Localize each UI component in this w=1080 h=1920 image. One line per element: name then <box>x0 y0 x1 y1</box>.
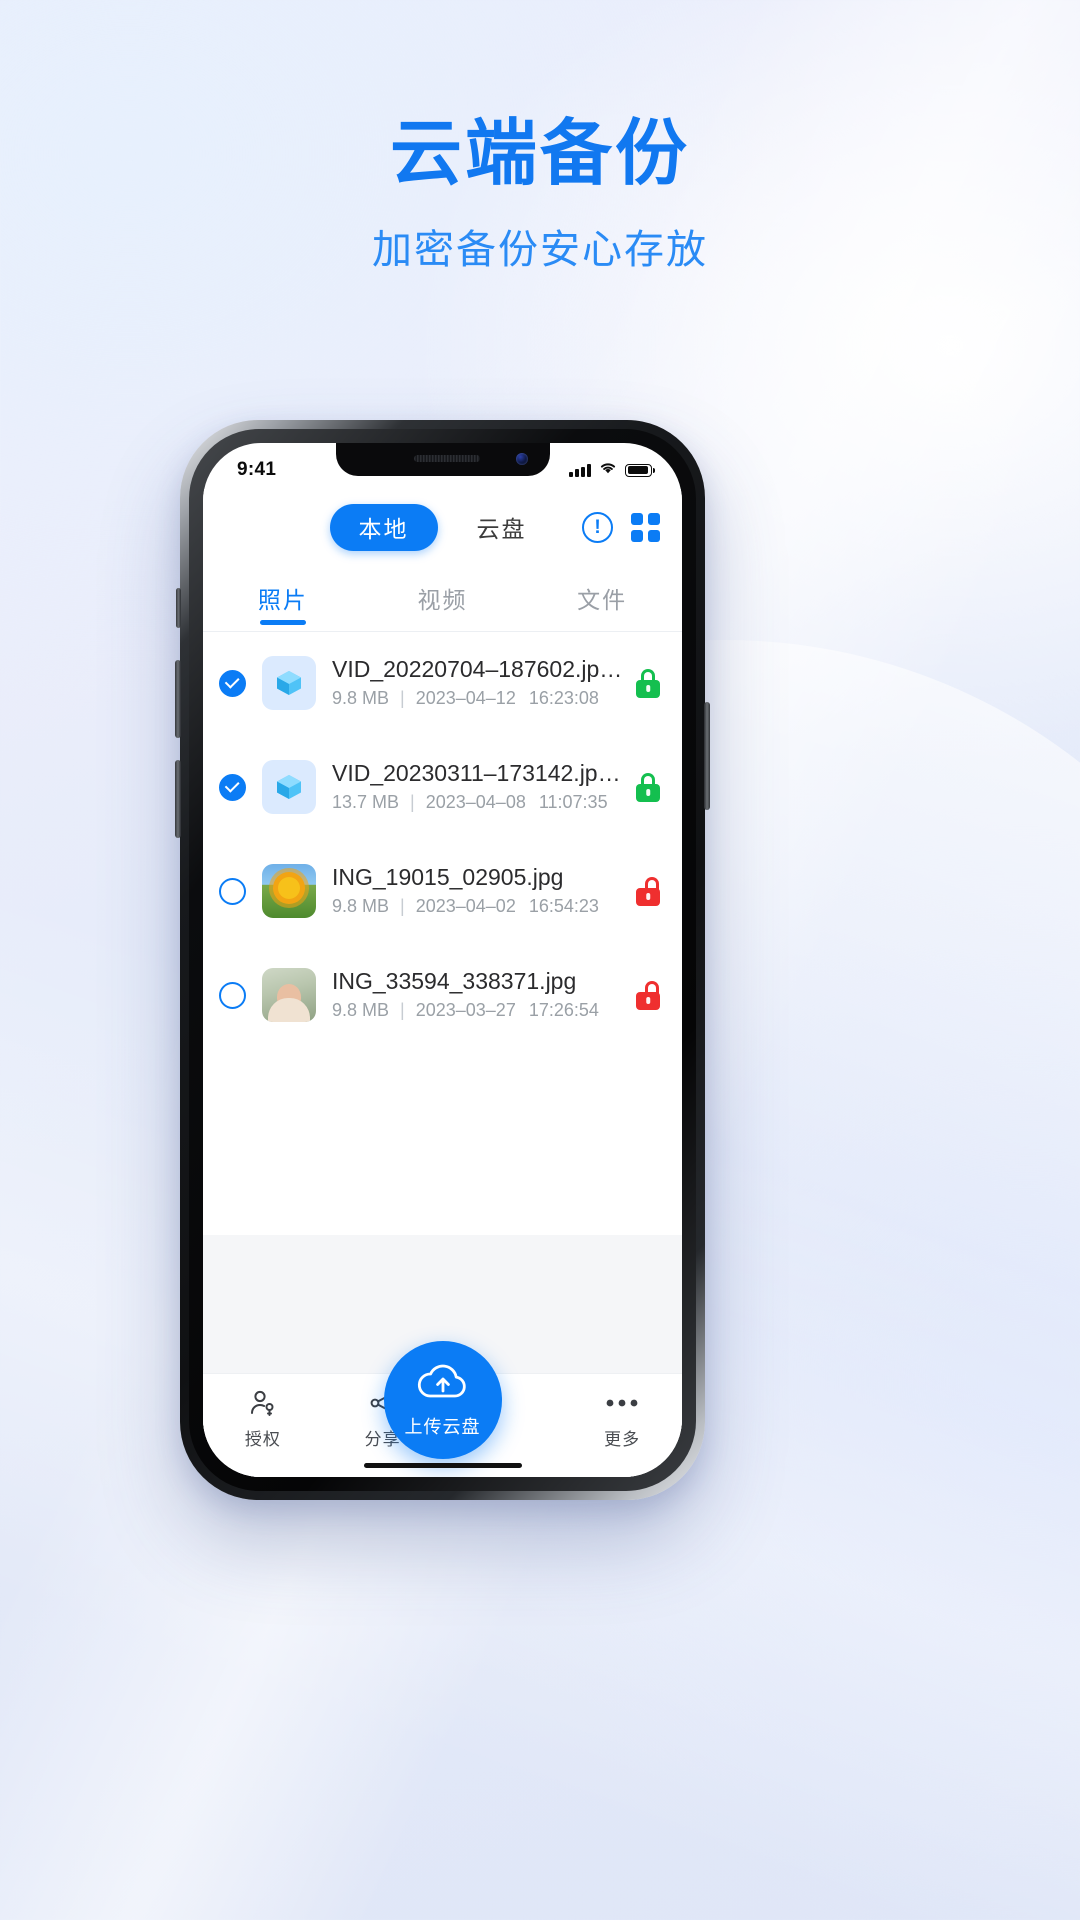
info-separator: | <box>400 896 405 917</box>
top-bar-actions: ! <box>582 511 660 543</box>
info-separator: | <box>400 1000 405 1021</box>
file-info: 9.8 MB | 2023–04–02 16:54:23 <box>332 896 624 917</box>
table-row[interactable]: ING_19015_02905.jpg 9.8 MB | 2023–04–02 … <box>203 839 682 943</box>
segment-local[interactable]: 本地 <box>329 503 438 551</box>
notch <box>335 443 550 476</box>
hero-section: 云端备份 加密备份安心存放 <box>0 118 1080 270</box>
sunflower-photo-thumbnail <box>262 864 316 918</box>
row-checkbox[interactable] <box>219 773 246 801</box>
row-checkbox[interactable] <box>219 877 246 905</box>
tab-videos[interactable]: 视频 <box>363 565 523 631</box>
tab-files[interactable]: 文件 <box>522 565 682 631</box>
file-name: ING_33594_338371.jpg <box>332 968 577 994</box>
lock-open-icon[interactable] <box>636 876 660 906</box>
file-time: 16:23:08 <box>528 688 599 709</box>
row-meta: VID_20220704–187602.jpg.epf 9.8 MB | 202… <box>332 657 624 709</box>
row-meta: VID_20230311–173142.jpg.epf 13.7 MB | 20… <box>332 761 624 813</box>
category-tabs: 照片 视频 文件 <box>203 565 682 632</box>
file-date: 2023–04–02 <box>415 896 516 917</box>
file-time: 17:26:54 <box>528 1000 599 1021</box>
file-info: 9.8 MB | 2023–04–12 16:23:08 <box>332 688 624 709</box>
lock-open-icon[interactable] <box>636 980 660 1010</box>
cloud-upload-icon <box>415 1362 471 1409</box>
info-separator: | <box>400 688 405 709</box>
file-name: VID_20220704–187602.jpg.epf <box>332 656 624 682</box>
lock-closed-icon[interactable] <box>636 772 660 802</box>
file-date: 2023–04–12 <box>415 688 516 709</box>
table-row[interactable]: ING_33594_338371.jpg 9.8 MB | 2023–03–27… <box>203 943 682 1047</box>
nav-label: 更多 <box>604 1430 641 1449</box>
source-segmented-control[interactable]: 本地 云盘 <box>329 503 556 551</box>
volume-down-button[interactable] <box>175 760 181 838</box>
person-key-icon <box>248 1388 278 1418</box>
file-size: 9.8 MB <box>332 1000 390 1021</box>
phone-mockup: 9:41 本地 云盘 ! 照片 视频 文件 VID_20220704–18760… <box>175 420 710 1500</box>
tab-photos[interactable]: 照片 <box>203 565 363 631</box>
file-size: 9.8 MB <box>332 688 390 709</box>
file-name: VID_20230311–173142.jpg.epf <box>332 760 624 786</box>
nav-more[interactable]: 更多 <box>562 1388 682 1450</box>
volume-up-button[interactable] <box>175 660 181 738</box>
file-size: 9.8 MB <box>332 896 390 917</box>
power-button[interactable] <box>704 702 710 810</box>
file-time: 16:54:23 <box>528 896 599 917</box>
encrypted-cube-icon <box>262 760 316 814</box>
row-meta: ING_33594_338371.jpg 9.8 MB | 2023–03–27… <box>332 969 624 1021</box>
grid-view-icon[interactable] <box>631 512 660 542</box>
upload-to-cloud-button[interactable]: 上传云盘 <box>383 1341 502 1459</box>
page-subtitle: 加密备份安心存放 <box>372 228 708 272</box>
info-separator: | <box>410 792 415 813</box>
phone-screen: 9:41 本地 云盘 ! 照片 视频 文件 VID_20220704–18760… <box>203 443 682 1477</box>
file-info: 13.7 MB | 2023–04–08 11:07:35 <box>332 792 624 813</box>
row-checkbox[interactable] <box>219 981 246 1009</box>
cellular-signal-icon <box>569 463 591 477</box>
encrypted-cube-icon <box>262 656 316 710</box>
page-title: 云端备份 <box>389 114 690 194</box>
lock-closed-icon[interactable] <box>636 668 660 698</box>
earpiece-speaker-icon <box>413 455 480 462</box>
ellipsis-icon <box>605 1388 639 1418</box>
front-camera-icon <box>515 453 528 465</box>
file-date: 2023–03–27 <box>415 1000 516 1021</box>
file-time: 11:07:35 <box>538 792 608 813</box>
row-meta: ING_19015_02905.jpg 9.8 MB | 2023–04–02 … <box>332 865 624 917</box>
nav-label: 授权 <box>244 1430 281 1449</box>
file-date: 2023–04–08 <box>425 792 526 813</box>
table-row[interactable]: VID_20230311–173142.jpg.epf 13.7 MB | 20… <box>203 735 682 839</box>
file-size: 13.7 MB <box>332 792 400 813</box>
row-checkbox[interactable] <box>219 669 246 697</box>
status-time: 9:41 <box>237 459 277 480</box>
wifi-icon <box>598 460 618 480</box>
file-info: 9.8 MB | 2023–03–27 17:26:54 <box>332 1000 624 1021</box>
phone-bezel: 9:41 本地 云盘 ! 照片 视频 文件 VID_20220704–18760… <box>189 429 696 1491</box>
segment-cloud[interactable]: 云盘 <box>448 504 556 551</box>
home-indicator[interactable] <box>363 1463 522 1468</box>
exclamation-circle-icon[interactable]: ! <box>582 511 613 543</box>
status-icons <box>569 452 656 480</box>
portrait-photo-thumbnail <box>262 968 316 1022</box>
mute-switch[interactable] <box>176 588 181 628</box>
app-top-bar: 本地 云盘 ! <box>203 489 682 565</box>
file-name: ING_19015_02905.jpg <box>332 864 564 890</box>
fab-label: 上传云盘 <box>404 1416 481 1437</box>
battery-full-icon <box>625 463 656 477</box>
table-row[interactable]: VID_20220704–187602.jpg.epf 9.8 MB | 202… <box>203 631 682 735</box>
nav-authorize[interactable]: 授权 <box>203 1388 323 1450</box>
